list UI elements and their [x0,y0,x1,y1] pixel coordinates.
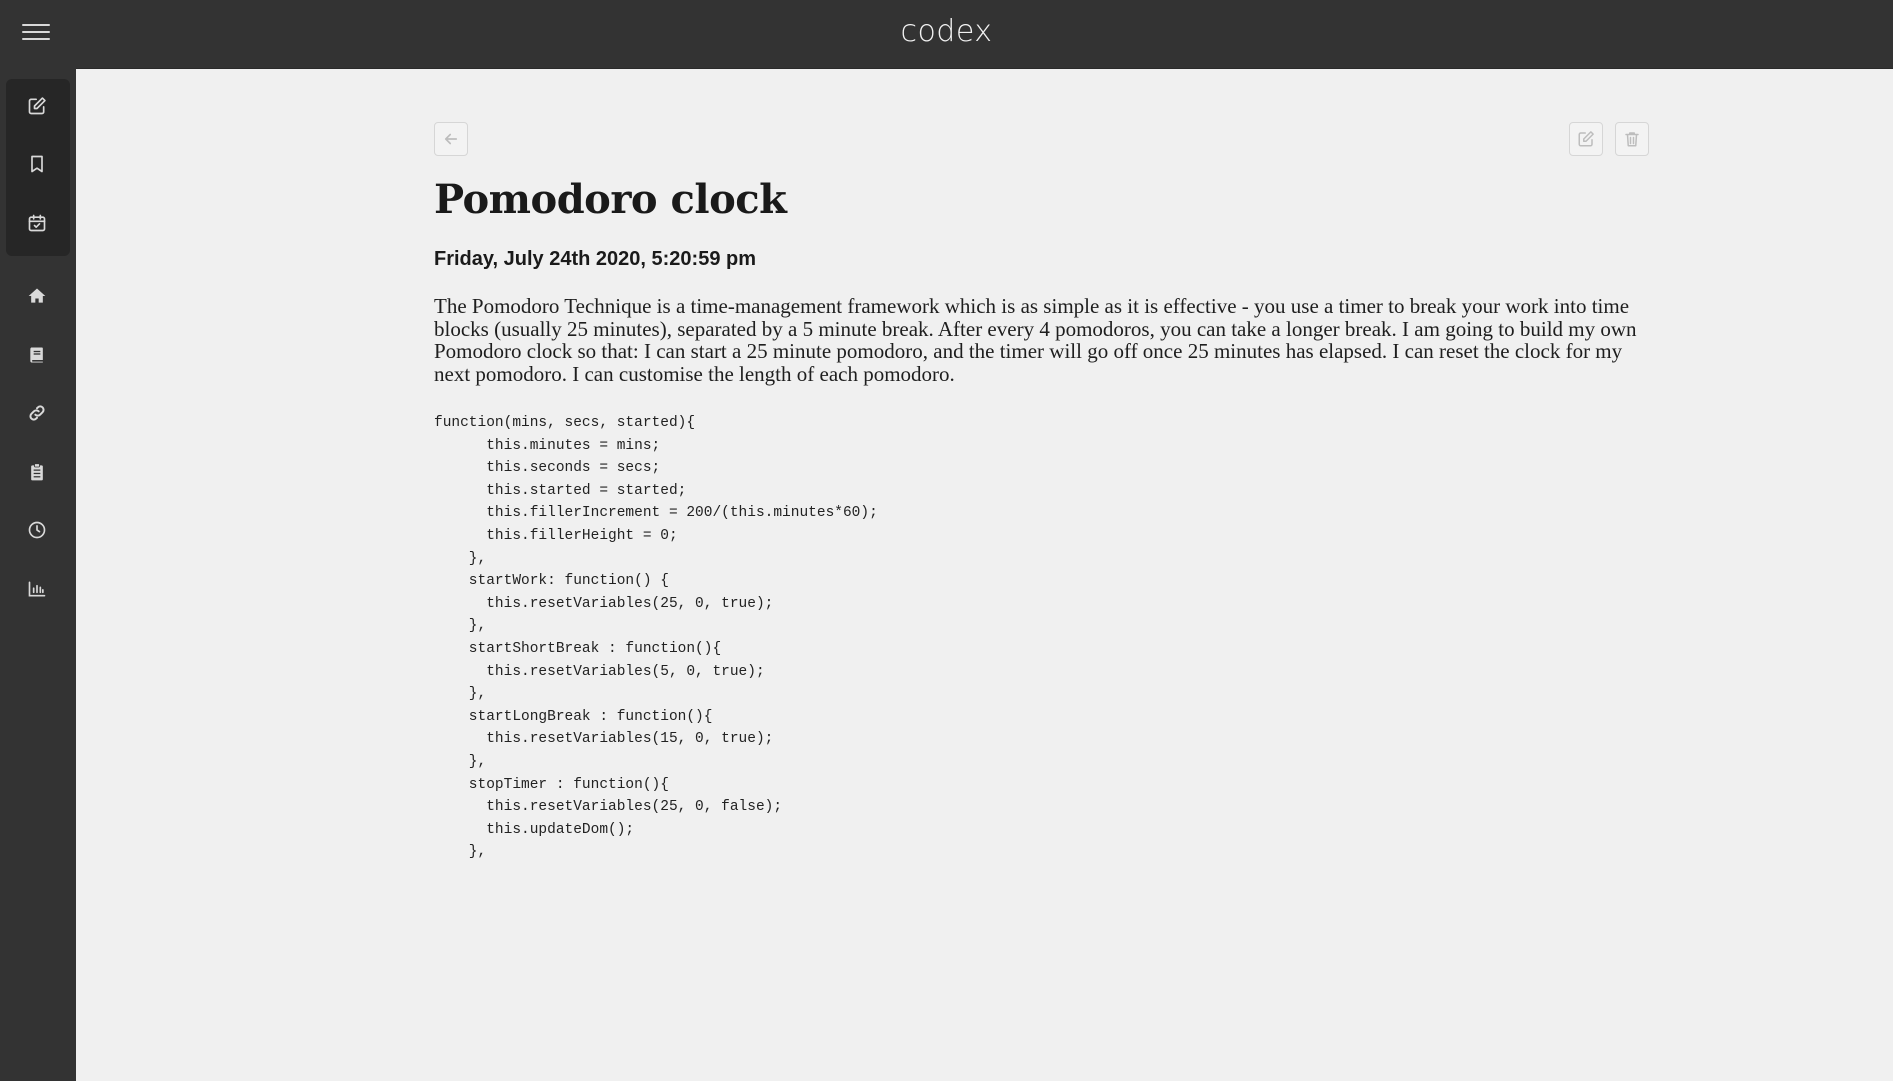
edit-icon[interactable] [22,91,52,121]
trash-icon [1625,132,1639,147]
arrow-left-icon [444,133,458,145]
entry-description: The Pomodoro Technique is a time-managem… [434,294,1637,387]
app-brand[interactable]: codex [0,14,1893,49]
top-bar: codex [0,0,1893,69]
bookmark-icon[interactable] [22,149,52,179]
sidebar [0,68,76,1081]
entry-title: Pomodoro clock [434,176,787,223]
home-icon[interactable] [22,281,52,311]
edit-entry-button[interactable] [1569,122,1603,156]
bar-chart-icon[interactable] [22,574,52,604]
entry-date: Friday, July 24th 2020, 5:20:59 pm [434,248,757,270]
back-button[interactable] [434,122,468,156]
link-icon[interactable] [22,398,52,428]
edit-icon [1578,131,1594,147]
clock-icon[interactable] [22,515,52,545]
calendar-check-icon[interactable] [22,208,52,238]
clipboard-icon[interactable] [22,457,52,487]
sidebar-primary-group [6,79,70,256]
delete-entry-button[interactable] [1615,122,1649,156]
book-icon[interactable] [22,340,52,370]
code-block: function(mins, secs, started){ this.minu… [434,415,878,861]
